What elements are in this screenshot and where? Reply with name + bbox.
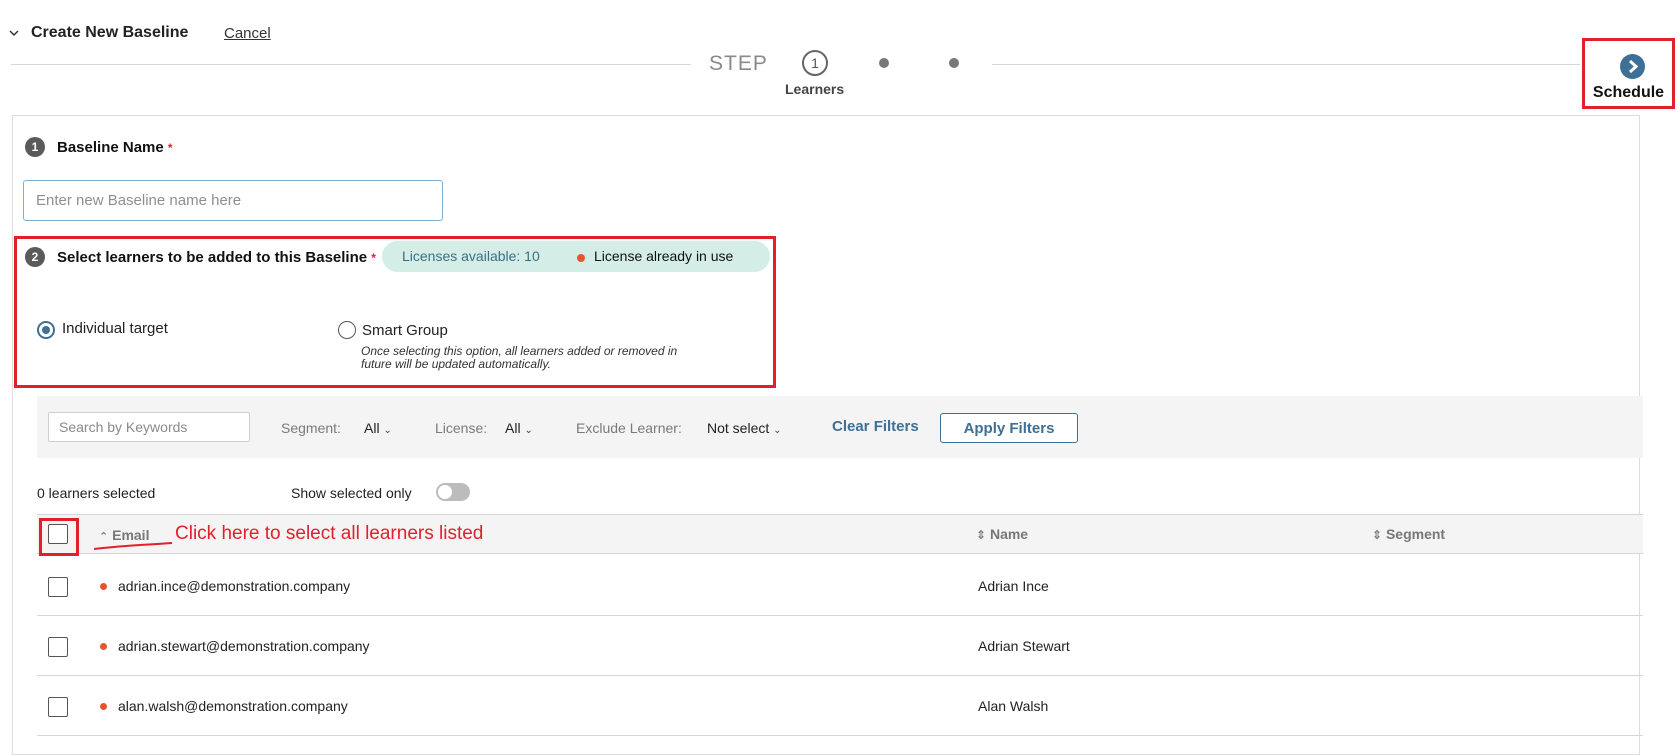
required-mark: * [167,141,173,155]
smart-group-note: Once selecting this option, all learners… [361,344,678,371]
page-title: Create New Baseline [31,24,189,41]
baseline-name-label: Baseline Name * [57,139,173,156]
arrow-right-icon [1620,54,1645,79]
stepper-line-right [992,64,1580,65]
collapse-chevron-icon[interactable] [8,27,20,39]
section-number-1: 1 [25,137,45,157]
clear-filters-button[interactable]: Clear Filters [832,418,919,435]
cancel-link[interactable]: Cancel [224,25,271,42]
annotation-underline [93,542,173,550]
chevron-down-icon: ⌄ [524,425,533,436]
license-in-use-dot-icon [577,254,585,262]
select-all-annotation: Click here to select all learners listed [175,523,484,544]
sort-icon: ⇕ [976,528,987,542]
learners-section-label-text: Select learners to be added to this Base… [57,249,368,266]
baseline-name-label-text: Baseline Name [57,139,164,156]
name-header-label: Name [989,526,1029,542]
license-info-badge: Licenses available: 10 License already i… [382,241,770,272]
learners-section-label: Select learners to be added to this Base… [57,249,376,266]
segment-column-header[interactable]: ⇕ Segment [1372,526,1445,542]
chevron-down-icon: ⌄ [773,425,782,436]
step-label: STEP [709,52,768,75]
required-mark: * [371,251,376,265]
row-email: adrian.ince@demonstration.company [118,578,351,594]
name-column-header[interactable]: ⇕ Name [976,526,1028,542]
show-selected-toggle[interactable] [436,483,470,501]
baseline-name-input[interactable] [23,180,443,221]
exclude-learner-dropdown[interactable]: Not select ⌄ [707,420,782,436]
segment-filter-value: All [364,420,380,436]
show-selected-label: Show selected only [291,485,412,501]
schedule-label: Schedule [1592,84,1665,101]
row-name: Adrian Ince [978,578,1049,594]
license-in-use-dot-icon [100,643,107,650]
selected-count: 0 learners selected [37,485,156,501]
license-filter-value: All [505,420,521,436]
stepper-line-left [11,64,691,65]
select-all-checkbox[interactable] [48,524,68,544]
individual-target-radio[interactable] [37,321,55,339]
license-in-use-dot-icon [100,583,107,590]
apply-filters-button[interactable]: Apply Filters [940,413,1078,443]
individual-target-label[interactable]: Individual target [62,320,168,337]
row-checkbox[interactable] [48,697,68,717]
row-checkbox[interactable] [48,637,68,657]
row-email: adrian.stewart@demonstration.company [118,638,370,654]
row-email: alan.walsh@demonstration.company [118,698,348,714]
exclude-learner-label: Exclude Learner: [576,420,682,436]
license-filter-dropdown[interactable]: All ⌄ [505,420,533,436]
licenses-available: Licenses available: 10 [402,248,540,264]
step-dot-3 [949,58,959,68]
row-checkbox[interactable] [48,577,68,597]
row-name: Adrian Stewart [978,638,1070,654]
exclude-learner-value: Not select [707,420,770,436]
license-in-use-legend: License already in use [594,248,734,264]
license-filter-label: License: [435,420,488,436]
smart-group-radio[interactable] [338,321,356,339]
chevron-down-icon: ⌄ [383,425,392,436]
current-step-name: Learners [785,81,845,97]
smart-group-label[interactable]: Smart Group [362,322,448,339]
row-divider [37,735,1643,736]
search-input[interactable] [48,412,250,442]
row-divider [37,675,1643,676]
toggle-knob [438,485,452,499]
row-divider [37,615,1643,616]
section-number-2: 2 [25,247,45,267]
current-step-indicator: 1 [802,50,828,76]
license-in-use-dot-icon [100,703,107,710]
segment-header-label: Segment [1385,526,1446,542]
sort-icon: ⇕ [1372,528,1383,542]
segment-filter-label: Segment: [281,420,341,436]
schedule-next-button[interactable]: Schedule [1582,38,1675,109]
row-name: Alan Walsh [978,698,1049,714]
step-dot-2 [879,58,889,68]
segment-filter-dropdown[interactable]: All ⌄ [364,420,392,436]
